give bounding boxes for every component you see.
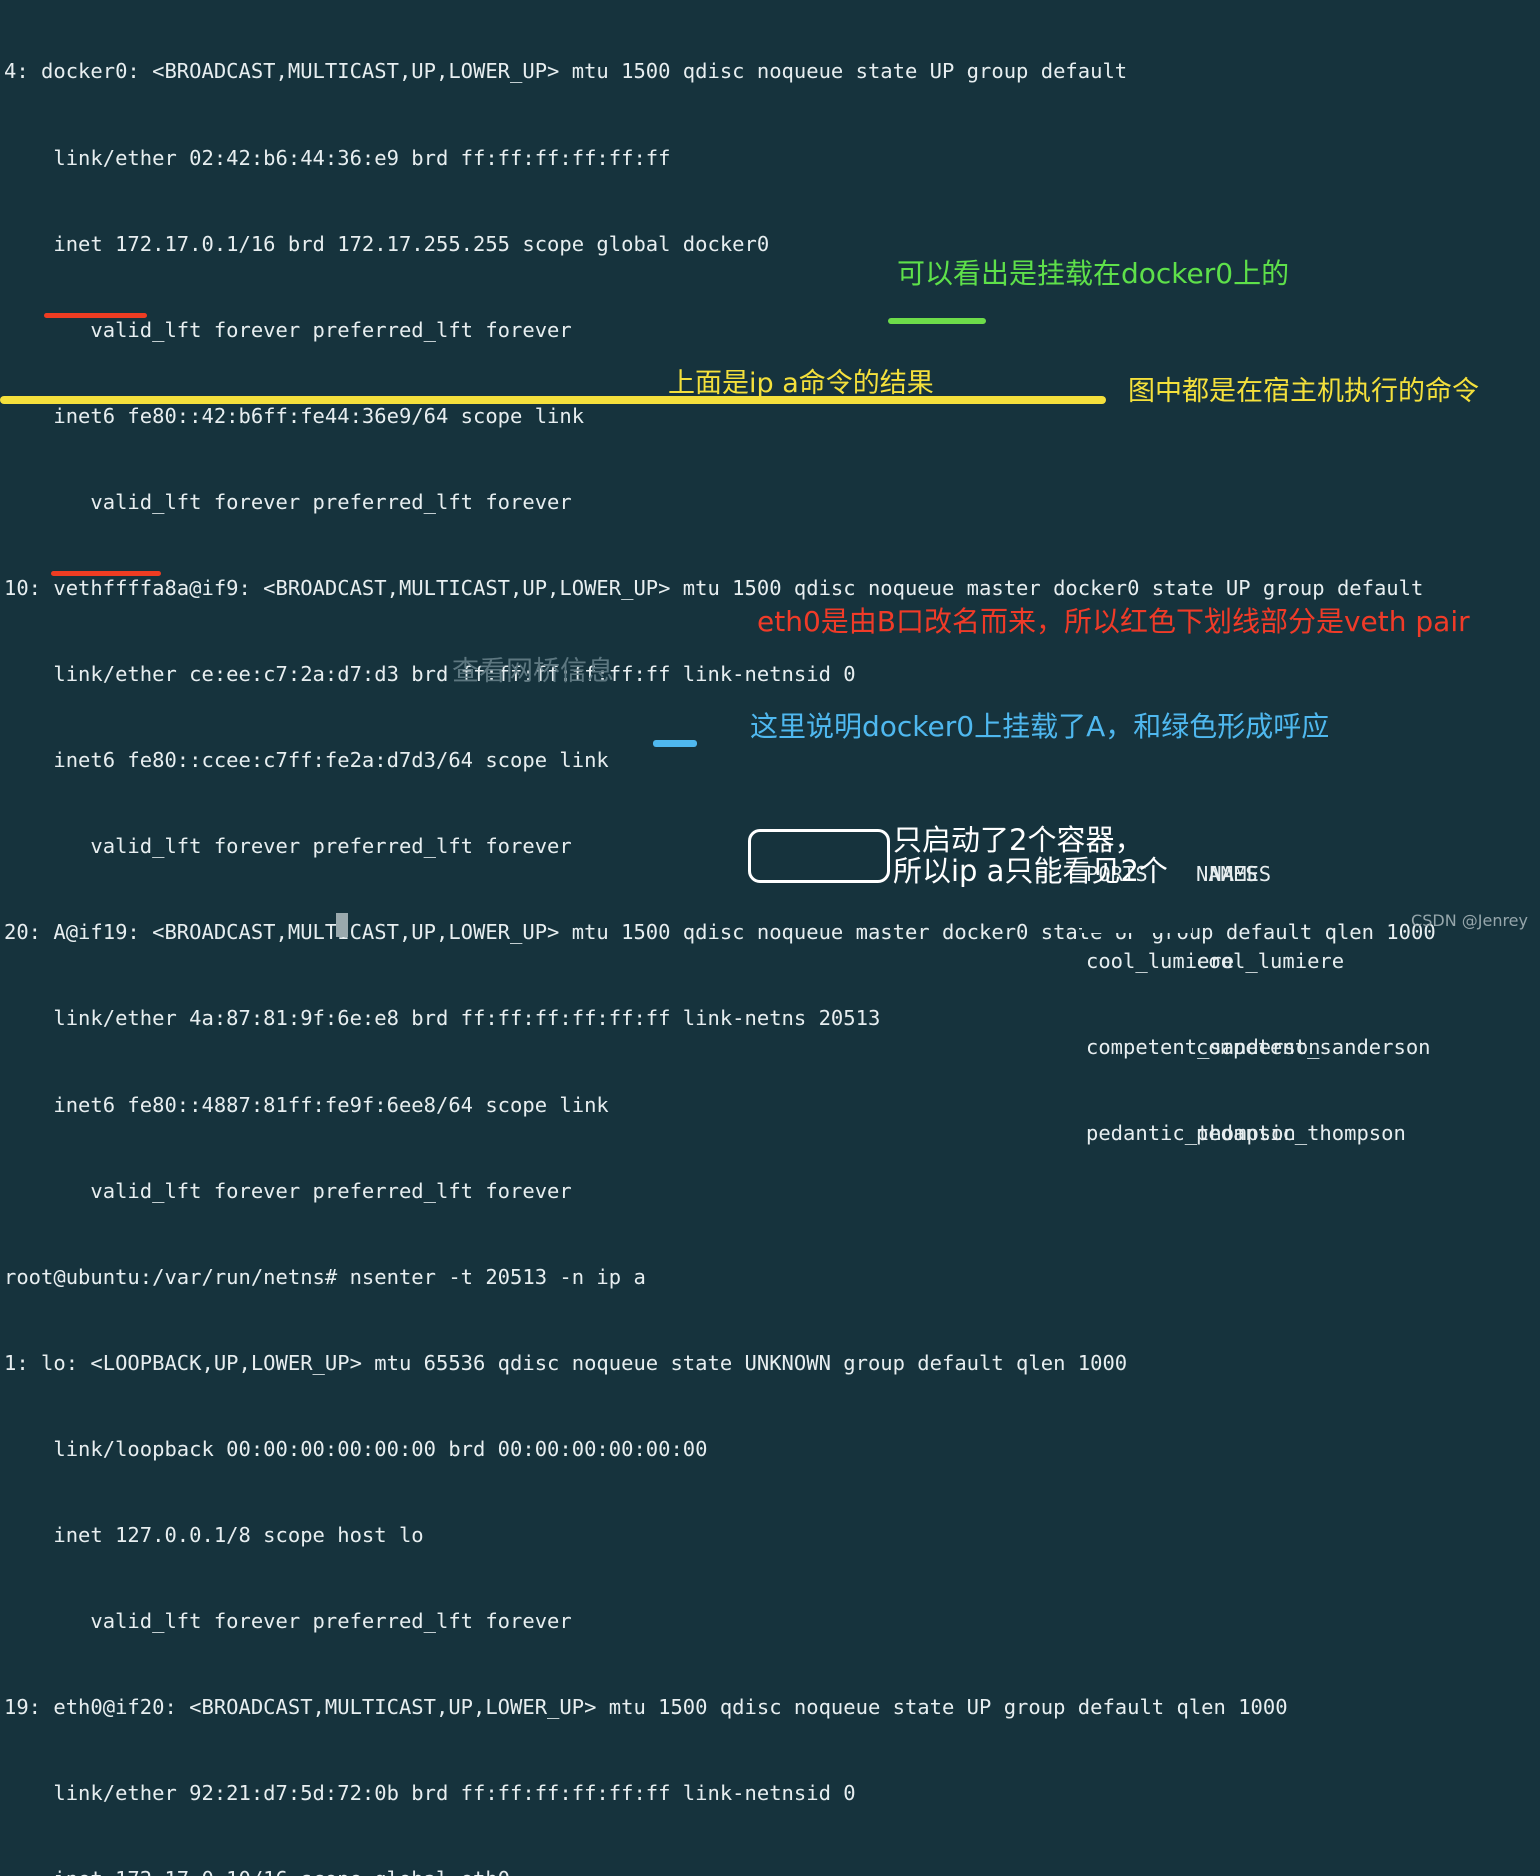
docker-ps-names-header: NAMES [1196, 862, 1258, 887]
terminal-line: 19: eth0@if20: <BROADCAST,MULTICAST,UP,L… [4, 1695, 1288, 1720]
red-underline-a-if19 [44, 313, 147, 318]
terminal-line: 10: vethffffa8a@if9: <BROADCAST,MULTICAS… [4, 575, 1424, 600]
terminal-line: inet 172.17.0.10/16 scope global eth0 [0, 1865, 1540, 1876]
terminal-line: link/ether 92:21:d7:5d:72:0b brd ff:ff:f… [4, 1781, 856, 1806]
red-underline-eth0-if20 [51, 571, 161, 576]
blue-underline-interface-a [653, 740, 697, 747]
terminal-line: link/ether 02:42:b6:44:36:e9 brd ff:ff:f… [4, 145, 671, 170]
yellow-underline-ip-a-result [0, 396, 1106, 404]
docker-ps-names-cell: cool_lumiere [1196, 948, 1345, 973]
terminal-line: valid_lft forever preferred_lft forever [4, 489, 572, 514]
annotation-red-veth-pair: eth0是由B口改名而来，所以红色下划线部分是veth pair [757, 605, 1470, 638]
status-highlight-box [748, 829, 890, 883]
annotation-yellow-ip-a-result: 上面是ip a命令的结果 [668, 368, 934, 399]
docker-ps-names-cell: competent_sanderson [1196, 1034, 1431, 1059]
annotation-gray-view-bridge-info: 查看网桥信息 [452, 656, 614, 687]
terminal-line: valid_lft forever preferred_lft forever [4, 1609, 572, 1634]
annotation-blue-docker0-has-a: 这里说明docker0上挂载了A，和绿色形成呼应 [750, 710, 1330, 743]
terminal-line: valid_lft forever preferred_lft forever [4, 317, 572, 342]
terminal-prompt-line: root@ubuntu:/var/run/netns# nsenter -t 2… [4, 1264, 646, 1289]
annotation-yellow-host-commands: 图中都是在宿主机执行的命令 [1128, 376, 1479, 407]
terminal-line: 1: lo: <LOOPBACK,UP,LOWER_UP> mtu 65536 … [4, 1350, 1128, 1375]
annotation-white-two-containers-line1: 只启动了2个容器， [893, 823, 1144, 857]
watermark: CSDN @Jenrey [1411, 911, 1528, 930]
docker-ps-names-column: NAMES cool_lumiere competent_sanderson p… [1192, 803, 1540, 1205]
terminal-line: inet 172.17.0.1/16 brd 172.17.255.255 sc… [4, 231, 770, 256]
terminal-window[interactable]: 4: docker0: <BROADCAST,MULTICAST,UP,LOWE… [0, 0, 1540, 1876]
terminal-line: link/loopback 00:00:00:00:00:00 brd 00:0… [4, 1436, 708, 1461]
annotation-white-two-containers-line2: 所以ip a只能看见2个 [893, 854, 1168, 888]
terminal-line: 4: docker0: <BROADCAST,MULTICAST,UP,LOWE… [4, 59, 1128, 84]
green-underline-docker0 [888, 318, 986, 324]
annotation-green-mounted-on-docker0: 可以看出是挂载在docker0上的 [897, 257, 1290, 290]
terminal-line: inet 127.0.0.1/8 scope host lo [4, 1523, 424, 1547]
terminal-line: inet6 fe80::ccee:c7ff:fe2a:d7d3/64 scope… [4, 748, 609, 773]
terminal-cursor [336, 913, 348, 937]
terminal-line: link/ether ce:ee:c7:2a:d7:d3 brd ff:ff:f… [4, 662, 856, 687]
docker-ps-names-cell: pedantic_thompson [1196, 1120, 1406, 1145]
